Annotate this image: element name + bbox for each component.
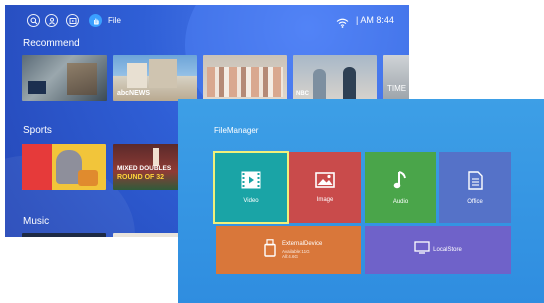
document-icon — [467, 170, 483, 195]
user-icon[interactable] — [45, 14, 58, 27]
file-manager-screen: FileManager Video Image Audio Office Ext… — [178, 99, 544, 303]
screenshot-composite: File | AM 8:44 Recommend abcNEWS NBC TIM… — [0, 0, 544, 303]
usb-drive-icon — [264, 238, 276, 262]
thumbnail-music-1[interactable] — [22, 233, 106, 237]
clock-time: | AM 8:44 — [356, 15, 394, 25]
local-store-label: LocalStore — [433, 247, 462, 253]
video-tile-label: Video — [243, 198, 259, 204]
top-bar: File | AM 8:44 — [5, 5, 409, 35]
external-device-label: ExternalDevice — [282, 241, 323, 247]
section-title-music: Music — [23, 216, 50, 227]
time-text: TIME — [387, 84, 407, 93]
video-icon — [241, 171, 261, 194]
round-text: ROUND OF 32 — [117, 174, 165, 181]
audio-tile-label: Audio — [392, 199, 409, 205]
thumbnail-sports-1[interactable] — [22, 144, 106, 190]
wifi-icon — [336, 15, 349, 33]
video-tile[interactable]: Video — [213, 151, 289, 224]
monitor-icon — [414, 241, 430, 259]
external-total-text: All:4.6G — [282, 254, 299, 259]
file-tab-label[interactable]: File — [108, 16, 121, 25]
image-icon — [315, 172, 335, 193]
thumbnail-video-4[interactable]: NBC — [293, 55, 377, 101]
hand-icon[interactable] — [89, 14, 102, 27]
thumbnail-video-3[interactable] — [203, 55, 287, 101]
thumbnail-video-1[interactable] — [22, 55, 107, 101]
audio-tile[interactable]: Audio — [365, 152, 436, 223]
media-icon[interactable] — [66, 14, 79, 27]
local-store-tile[interactable]: LocalStore — [365, 226, 511, 274]
mixed-doubles-title: MIXED DOUBLES — [117, 165, 172, 172]
music-note-icon — [393, 170, 409, 195]
thumbnail-video-2[interactable]: abcNEWS — [113, 55, 197, 101]
nbc-logo: NBC — [296, 91, 309, 97]
image-tile-label: Image — [316, 197, 334, 203]
news-logo: abcNEWS — [117, 90, 151, 97]
section-title-recommend: Recommend — [23, 38, 80, 49]
search-icon[interactable] — [27, 14, 40, 27]
external-device-text: ExternalDevice Available:11G All:4.6G — [282, 241, 322, 259]
section-title-sports: Sports — [23, 125, 52, 136]
file-manager-title: FileManager — [214, 126, 259, 135]
image-tile[interactable]: Image — [289, 152, 361, 223]
external-device-tile[interactable]: ExternalDevice Available:11G All:4.6G — [216, 226, 361, 274]
office-tile-label: Office — [467, 198, 483, 205]
thumbnail-video-5[interactable]: TIME — [383, 55, 409, 101]
office-tile[interactable]: Office — [439, 152, 511, 223]
